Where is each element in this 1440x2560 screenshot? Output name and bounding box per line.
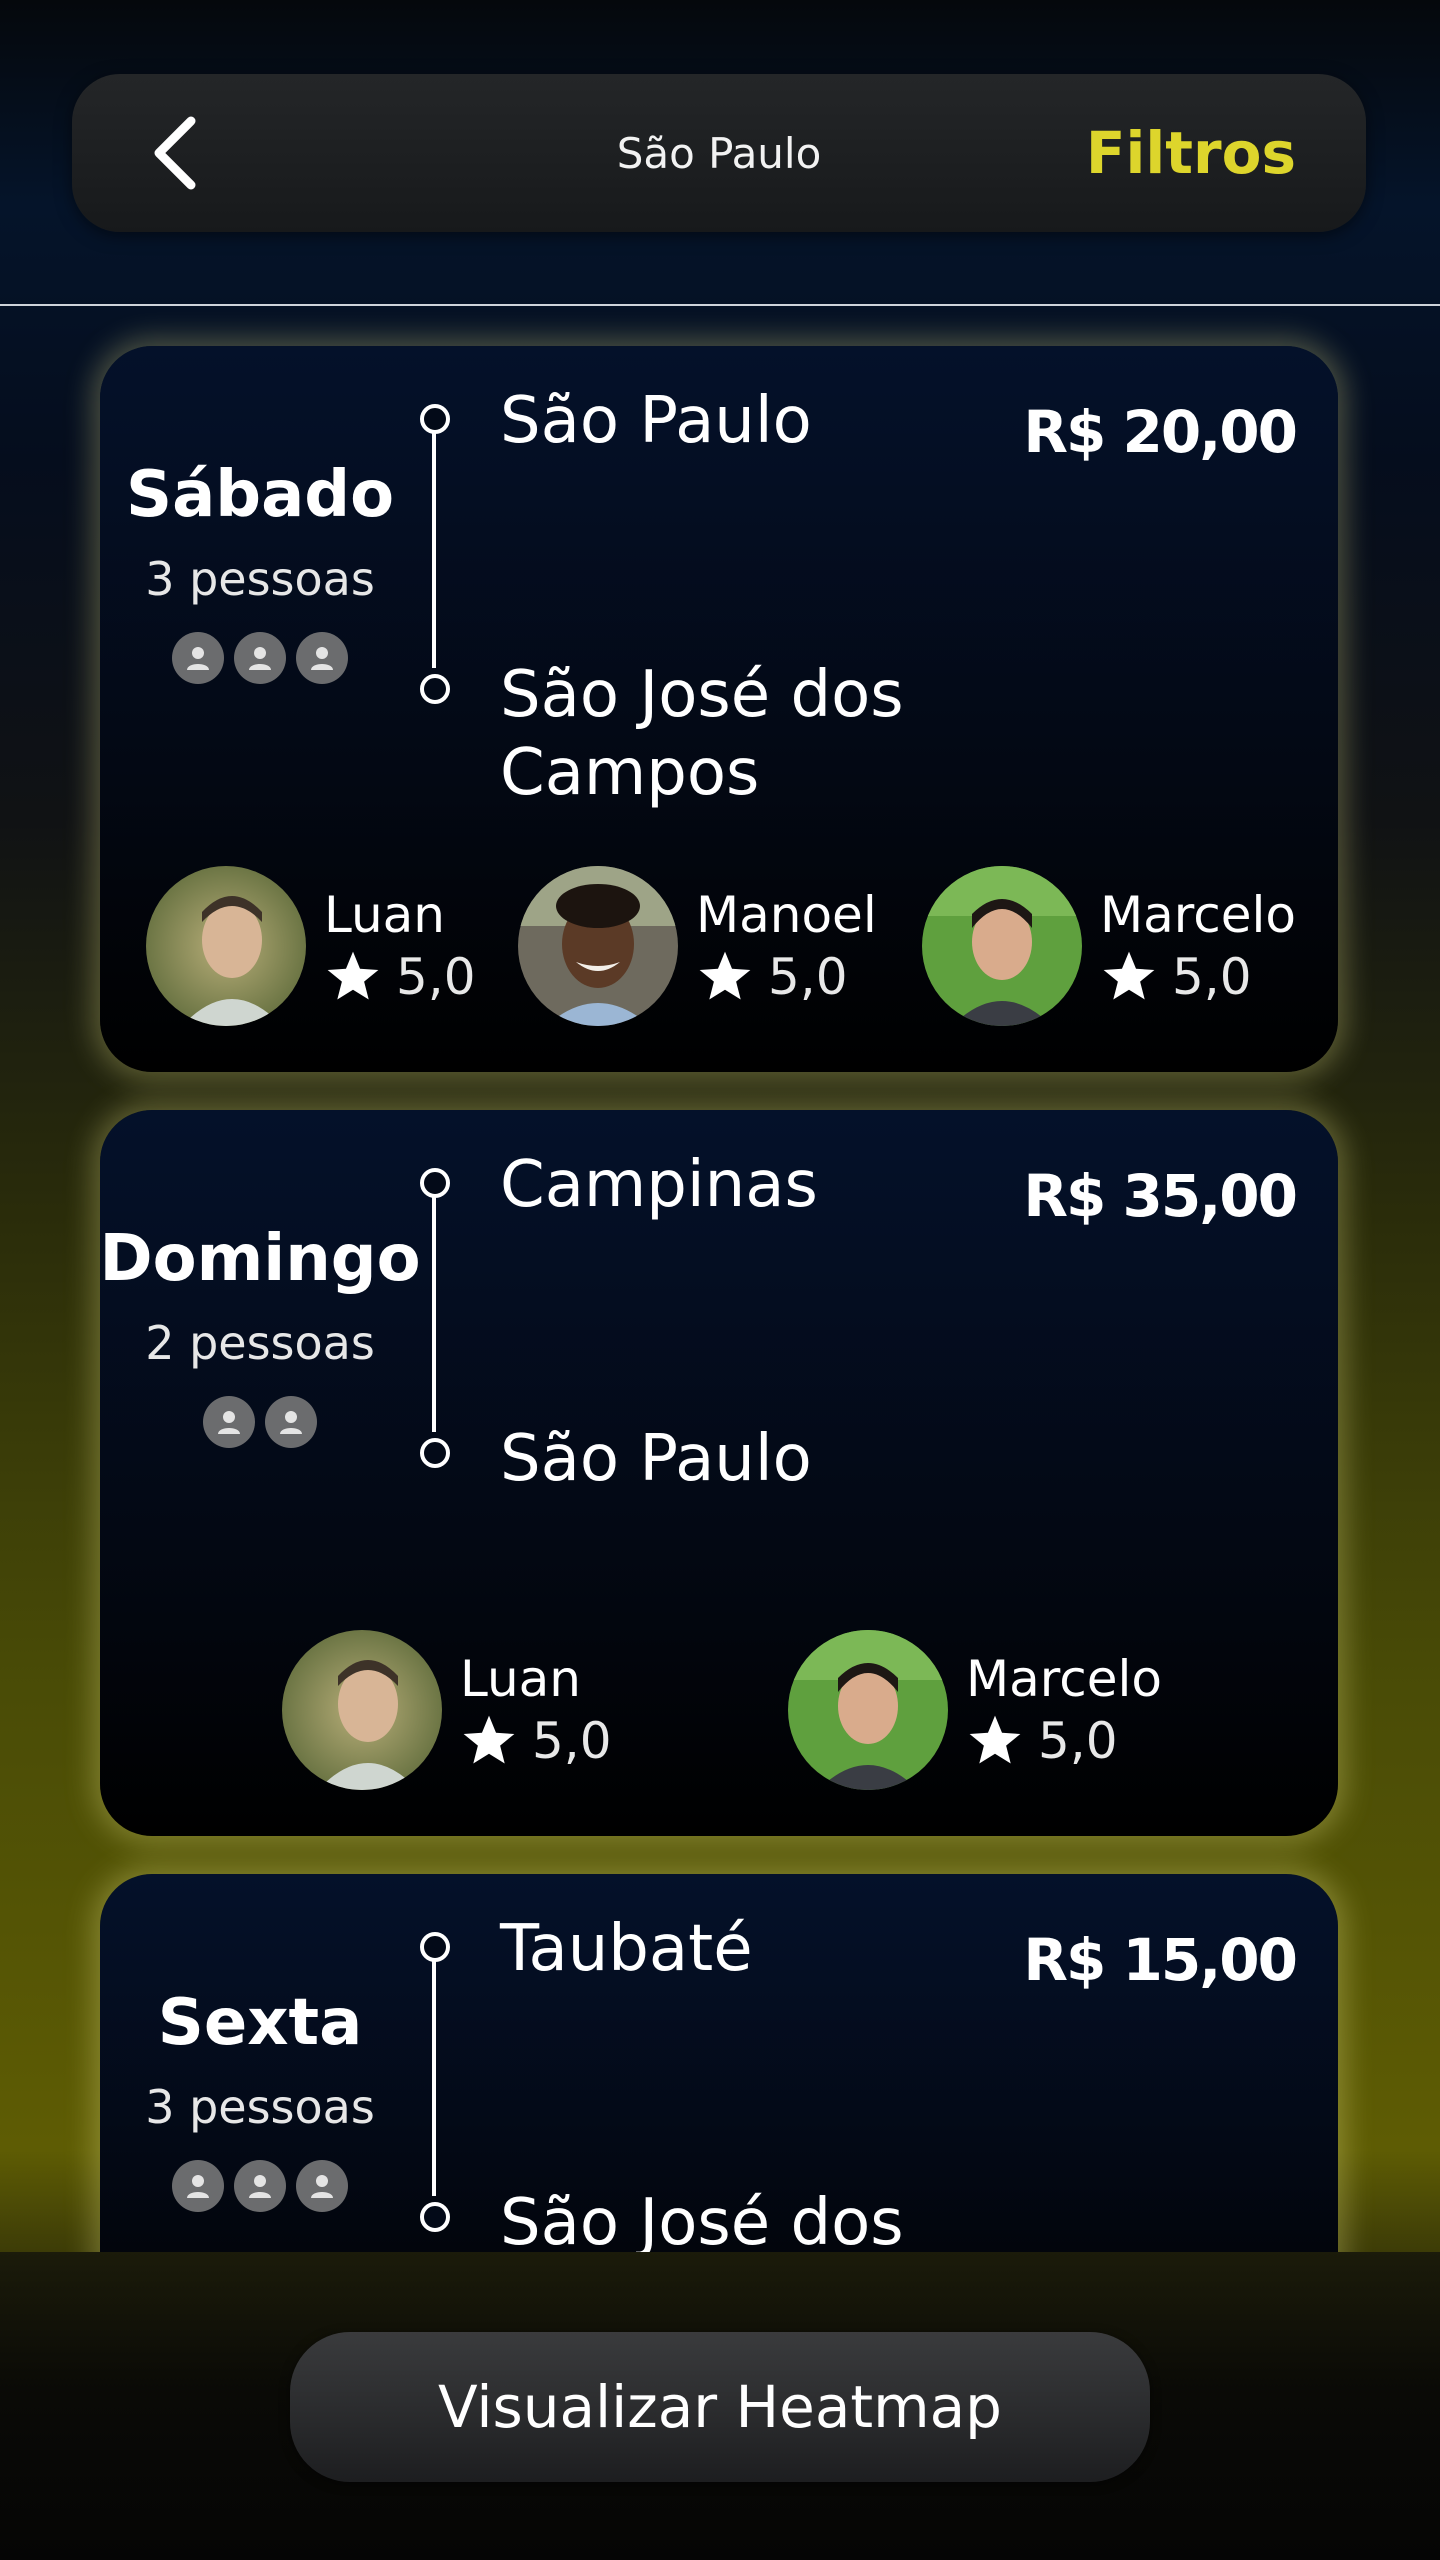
person-icon — [296, 2160, 348, 2212]
origin-city: São Paulo — [500, 384, 812, 458]
person-icon — [203, 1396, 255, 1448]
origin-city: Taubaté — [500, 1912, 753, 1986]
ride-price: R$ 20,00 — [1023, 398, 1298, 466]
chevron-left-icon — [154, 116, 196, 190]
star-icon — [699, 951, 751, 1000]
person-icon — [265, 1396, 317, 1448]
seat-indicators — [100, 632, 420, 684]
driver-luan[interactable]: Luan 5,0 — [282, 1630, 612, 1790]
person-icon — [172, 632, 224, 684]
star-icon — [463, 1715, 515, 1764]
ride-people-count: 3 pessoas — [145, 2080, 375, 2134]
seat-indicators — [100, 1396, 420, 1448]
star-icon — [969, 1715, 1021, 1764]
ride-people-count: 2 pessoas — [145, 1316, 375, 1370]
avatar — [788, 1630, 948, 1790]
ride-day: Sábado — [125, 458, 395, 532]
ride-price: R$ 15,00 — [1023, 1926, 1298, 1994]
ride-day: Sexta — [157, 1986, 363, 2060]
view-heatmap-button[interactable]: Visualizar Heatmap — [290, 2332, 1150, 2482]
driver-luan[interactable]: Luan 5,0 — [146, 866, 476, 1026]
back-button[interactable] — [132, 108, 222, 198]
driver-manoel[interactable]: Manoel 5,0 — [518, 866, 877, 1026]
ride-card[interactable]: Domingo 2 pessoas Campinas São Paulo R$ … — [100, 1110, 1338, 1836]
driver-name: Marcelo — [966, 1650, 1162, 1708]
destination-city: São Paulo — [500, 1422, 812, 1496]
route-line — [432, 418, 436, 668]
person-icon — [296, 632, 348, 684]
driver-marcelo[interactable]: Marcelo 5,0 — [922, 866, 1296, 1026]
person-icon — [172, 2160, 224, 2212]
driver-marcelo[interactable]: Marcelo 5,0 — [788, 1630, 1162, 1790]
driver-rating-value: 5,0 — [532, 1712, 612, 1770]
origin-city: Campinas — [500, 1148, 818, 1222]
driver-rating-value: 5,0 — [396, 948, 476, 1006]
seat-indicators — [100, 2160, 420, 2212]
avatar — [922, 866, 1082, 1026]
avatar — [146, 866, 306, 1026]
destination-dot — [420, 674, 450, 704]
driver-rating-value: 5,0 — [768, 948, 848, 1006]
star-icon — [327, 951, 379, 1000]
ride-people-count: 3 pessoas — [145, 552, 375, 606]
destination-city: São José dos Campos — [500, 658, 904, 810]
ride-price: R$ 35,00 — [1023, 1162, 1298, 1230]
driver-name: Luan — [324, 886, 445, 944]
driver-rating-value: 5,0 — [1172, 948, 1252, 1006]
person-icon — [234, 632, 286, 684]
origin-dot — [420, 1932, 450, 1962]
filters-button[interactable]: Filtros — [1086, 74, 1296, 232]
person-icon — [234, 2160, 286, 2212]
origin-dot — [420, 404, 450, 434]
driver-name: Manoel — [696, 886, 877, 944]
destination-city: São José dos — [500, 2186, 904, 2260]
origin-dot — [420, 1168, 450, 1198]
header-divider — [0, 304, 1440, 306]
destination-dot — [420, 2202, 450, 2232]
destination-dot — [420, 1438, 450, 1468]
star-icon — [1103, 951, 1155, 1000]
route-line — [432, 1182, 436, 1432]
ride-card[interactable]: Sábado 3 pessoas São Paulo São José dos … — [100, 346, 1338, 1072]
driver-name: Luan — [460, 1650, 581, 1708]
avatar — [518, 866, 678, 1026]
route-line — [432, 1946, 436, 2196]
avatar — [282, 1630, 442, 1790]
driver-rating-value: 5,0 — [1038, 1712, 1118, 1770]
driver-name: Marcelo — [1100, 886, 1296, 944]
top-bar: São Paulo Filtros — [72, 74, 1366, 232]
ride-day: Domingo — [100, 1222, 421, 1296]
